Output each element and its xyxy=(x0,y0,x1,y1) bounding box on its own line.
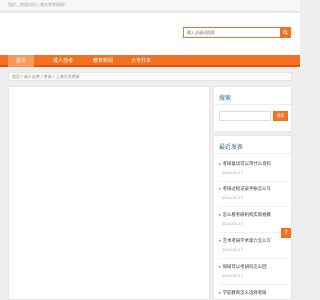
divider xyxy=(219,181,289,182)
divider xyxy=(219,258,289,259)
recent-post: 学前教育怎么选择考研 xyxy=(219,290,289,296)
recent-post: 怎么看考研机构实际规模 2024-01-17 xyxy=(219,212,289,226)
nav-item-home[interactable]: 首页 xyxy=(8,55,34,67)
recent-post: 考研复试可以带什么资料 2024-01-17 xyxy=(219,161,289,175)
search-button[interactable] xyxy=(280,28,290,37)
recent-post-date: 2024-01-17 xyxy=(222,222,243,226)
recent-post-link[interactable]: 艺术考研学术第六怎么写 xyxy=(219,238,289,244)
recent-post-link[interactable]: 考研复试可以带什么资料 xyxy=(219,161,289,167)
search-input[interactable] xyxy=(184,28,280,37)
recent-posts-title: 最近发表 xyxy=(219,144,244,151)
top-bar: 您好，欢迎访问上海大学考研网！ xyxy=(0,0,300,12)
welcome-text: 您好，欢迎访问上海大学考研网！ xyxy=(8,2,68,7)
recent-post-date: 2024-01-17 xyxy=(222,274,243,278)
header-search xyxy=(183,27,291,38)
recent-post-date: 2024-01-17 xyxy=(222,171,243,175)
divider xyxy=(214,104,291,105)
arrow-up-icon: ↑ xyxy=(283,229,289,236)
recent-post: 艺术考研学术第六怎么写 2024-01-17 xyxy=(219,238,289,252)
sidebar-search-title: 搜索 xyxy=(219,95,232,102)
main-content xyxy=(8,86,210,300)
recent-post: 保研可以考研吗怎么回 2024-01-17 xyxy=(219,264,289,278)
recent-post: 考研过程记录手帐怎么写 2024-01-17 xyxy=(219,186,289,200)
divider xyxy=(219,284,289,285)
divider xyxy=(219,232,289,233)
recent-post-link[interactable]: 保研可以考研吗怎么回 xyxy=(219,264,289,270)
sidebar-search-button[interactable]: 搜索 xyxy=(273,111,288,121)
sidebar-recent-widget: 最近发表 考研复试可以带什么资料 2024-01-17 考研过程记录手帐怎么写 … xyxy=(213,135,292,300)
back-to-top-button[interactable]: ↑ xyxy=(281,228,291,238)
nav-item-upgrade[interactable]: 大专升本 xyxy=(122,55,160,67)
recent-post-date: 2024-01-17 xyxy=(222,196,243,200)
recent-post-link[interactable]: 学前教育怎么选择考研 xyxy=(219,290,289,296)
recent-post-date: 2024-01-17 xyxy=(222,248,243,252)
divider xyxy=(214,153,291,154)
search-icon xyxy=(282,30,288,35)
nav-item-edu-news[interactable]: 教育新闻 xyxy=(84,55,122,67)
breadcrumb: 首页 / 成人自考 / 考研 / 上海大学考研 xyxy=(8,72,292,81)
sidebar-search-input[interactable] xyxy=(219,111,271,121)
main-nav: 首页 成人自考 教育新闻 大专升本 xyxy=(0,55,300,67)
divider xyxy=(219,206,289,207)
sidebar-search-widget: 搜索 搜索 xyxy=(213,86,292,132)
recent-post-link[interactable]: 怎么看考研机构实际规模 xyxy=(219,212,289,218)
recent-post-link[interactable]: 考研过程记录手帐怎么写 xyxy=(219,186,289,192)
nav-item-adult-exam[interactable]: 成人自考 xyxy=(44,55,82,67)
